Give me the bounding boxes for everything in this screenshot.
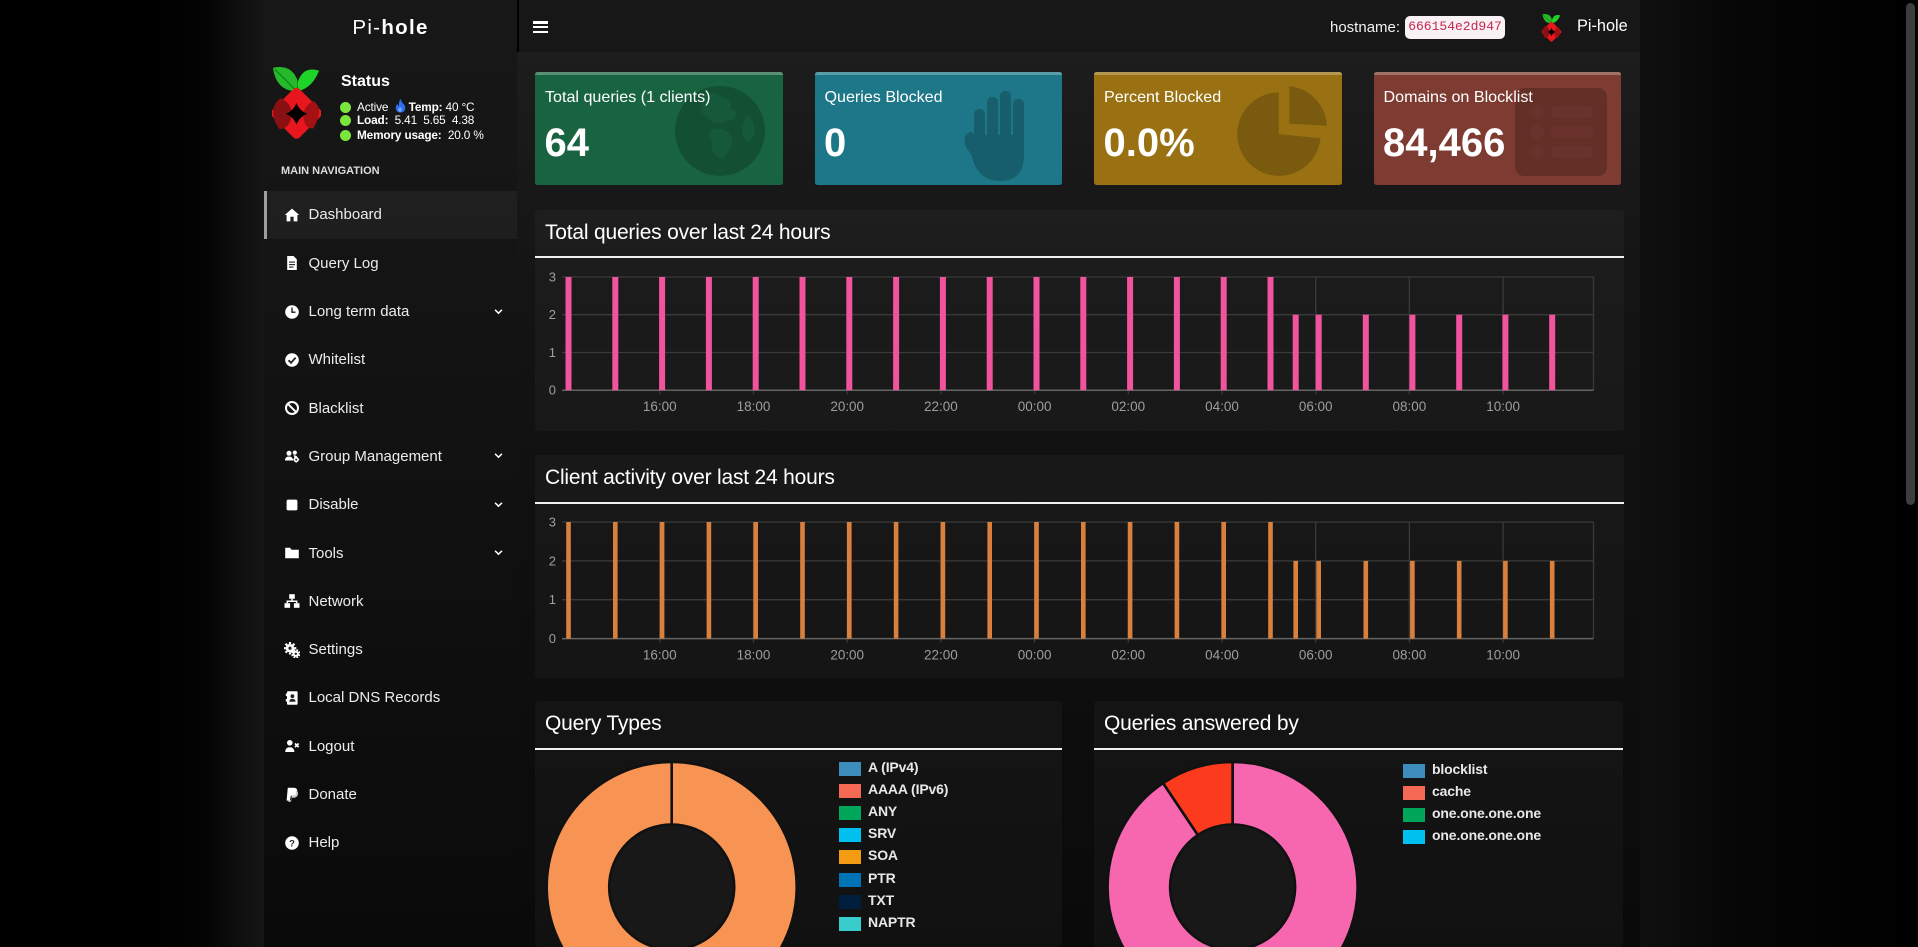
svg-text:06:00: 06:00 [1299,647,1333,662]
svg-text:2: 2 [549,553,556,568]
svg-text:20:00: 20:00 [830,647,864,662]
svg-text:00:00: 00:00 [1018,647,1052,662]
svg-text:3: 3 [549,514,556,529]
svg-text:18:00: 18:00 [737,399,771,414]
svg-text:22:00: 22:00 [924,399,958,414]
svg-text:04:00: 04:00 [1205,647,1239,662]
svg-text:16:00: 16:00 [643,399,677,414]
svg-text:08:00: 08:00 [1393,399,1427,414]
svg-text:10:00: 10:00 [1486,399,1520,414]
svg-text:02:00: 02:00 [1111,399,1145,414]
svg-text:08:00: 08:00 [1393,647,1427,662]
svg-text:00:00: 00:00 [1018,399,1052,414]
svg-text:2: 2 [549,307,556,322]
svg-text:06:00: 06:00 [1299,399,1333,414]
svg-text:18:00: 18:00 [737,647,771,662]
svg-text:0: 0 [549,383,556,398]
svg-text:22:00: 22:00 [924,647,958,662]
svg-text:3: 3 [549,270,556,285]
svg-text:0: 0 [549,631,556,646]
svg-text:04:00: 04:00 [1205,399,1239,414]
svg-text:02:00: 02:00 [1111,647,1145,662]
svg-text:16:00: 16:00 [643,647,677,662]
svg-text:1: 1 [549,345,556,360]
svg-text:?: ? [289,838,295,849]
svg-text:20:00: 20:00 [830,399,864,414]
svg-text:10:00: 10:00 [1486,647,1520,662]
svg-text:1: 1 [549,592,556,607]
